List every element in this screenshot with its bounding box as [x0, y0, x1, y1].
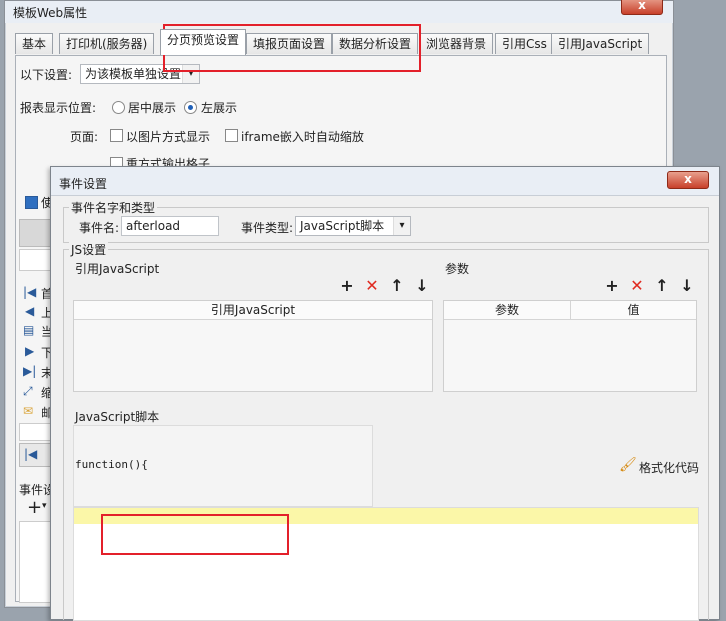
current-page-icon[interactable]: ▤: [23, 323, 34, 337]
window-titlebar: 模板Web属性 x: [5, 0, 673, 23]
dialog-close-button[interactable]: x: [667, 171, 709, 189]
name-type-group-label: 事件名字和类型: [69, 199, 158, 216]
radio-left-label: 左展示: [201, 101, 238, 115]
ref-js-label: 引用JavaScript: [75, 262, 160, 276]
position-label: 报表显示位置:: [20, 101, 97, 115]
ref-js-table: 引用JavaScript: [73, 300, 433, 392]
tab-basic[interactable]: 基本: [15, 33, 54, 54]
event-name-input[interactable]: afterload: [121, 216, 219, 236]
chevron-down-icon: ▾: [393, 217, 410, 235]
first-arrow-icon: |◀: [24, 447, 38, 461]
checkbox-as-image[interactable]: [110, 129, 123, 142]
delete-param-icon[interactable]: ✕: [629, 278, 645, 294]
checkbox-use-checked[interactable]: [25, 196, 38, 209]
radio-center-label: 居中展示: [128, 101, 177, 115]
add-param-icon[interactable]: +: [604, 278, 620, 294]
script-label: JavaScript脚本: [75, 410, 160, 424]
tab-page-preview[interactable]: 分页预览设置: [160, 29, 247, 55]
event-type-label: 事件类型:: [241, 221, 294, 235]
window-title: 模板Web属性: [13, 6, 88, 20]
params-label: 参数: [445, 262, 470, 276]
ref-js-column-header[interactable]: 引用JavaScript: [74, 301, 432, 320]
event-name-label: 事件名:: [79, 221, 120, 235]
dialog-titlebar: 事件设置 x: [51, 167, 719, 196]
tab-ref-css[interactable]: 引用Css: [495, 33, 554, 54]
annotation-box-editor: [101, 514, 289, 555]
tab-browser-background[interactable]: 浏览器背景: [419, 33, 494, 54]
param-column-header[interactable]: 参数: [444, 301, 571, 320]
next-page-icon[interactable]: ▶: [25, 344, 34, 358]
settings-label: 以下设置:: [20, 68, 73, 82]
value-column-header[interactable]: 值: [571, 301, 696, 320]
add-event-button[interactable]: +: [27, 497, 42, 518]
js-settings-group-label: JS设置: [69, 241, 109, 258]
prev-page-icon[interactable]: ◀: [25, 304, 34, 318]
arrow-up-icon[interactable]: ↑: [389, 278, 405, 294]
iframe-zoom-label: iframe嵌入时自动缩放: [241, 130, 364, 144]
format-code-button[interactable]: 格式化代码: [639, 459, 699, 476]
params-table: 参数 值: [443, 300, 697, 392]
param-arrow-down-icon[interactable]: ↓: [679, 278, 695, 294]
dialog-title: 事件设置: [59, 177, 108, 191]
first-page-icon[interactable]: |◀: [23, 285, 36, 299]
zoom-icon[interactable]: ⤢: [23, 384, 33, 399]
as-image-label: 以图片方式显示: [126, 130, 211, 144]
page-label: 页面:: [70, 130, 99, 144]
chevron-down-icon: ▾: [42, 501, 47, 511]
radio-left[interactable]: [184, 101, 197, 114]
brush-icon: 🖌: [619, 457, 637, 473]
delete-icon[interactable]: ✕: [364, 278, 380, 294]
function-open-text: function(){: [75, 458, 148, 471]
mail-icon[interactable]: ✉: [23, 404, 33, 418]
event-type-select[interactable]: JavaScript脚本 ▾: [295, 216, 411, 236]
last-page-icon[interactable]: ▶|: [23, 364, 36, 378]
tab-printer[interactable]: 打印机(服务器): [59, 33, 155, 54]
radio-center[interactable]: [112, 101, 125, 114]
event-type-value: JavaScript脚本: [300, 219, 385, 233]
close-button[interactable]: x: [621, 0, 663, 15]
script-header-area: function(){: [73, 425, 373, 507]
checkbox-iframe-zoom[interactable]: [225, 129, 238, 142]
param-arrow-up-icon[interactable]: ↑: [654, 278, 670, 294]
tab-ref-javascript[interactable]: 引用JavaScript: [551, 33, 650, 54]
add-icon[interactable]: +: [339, 278, 355, 294]
arrow-down-icon[interactable]: ↓: [414, 278, 430, 294]
